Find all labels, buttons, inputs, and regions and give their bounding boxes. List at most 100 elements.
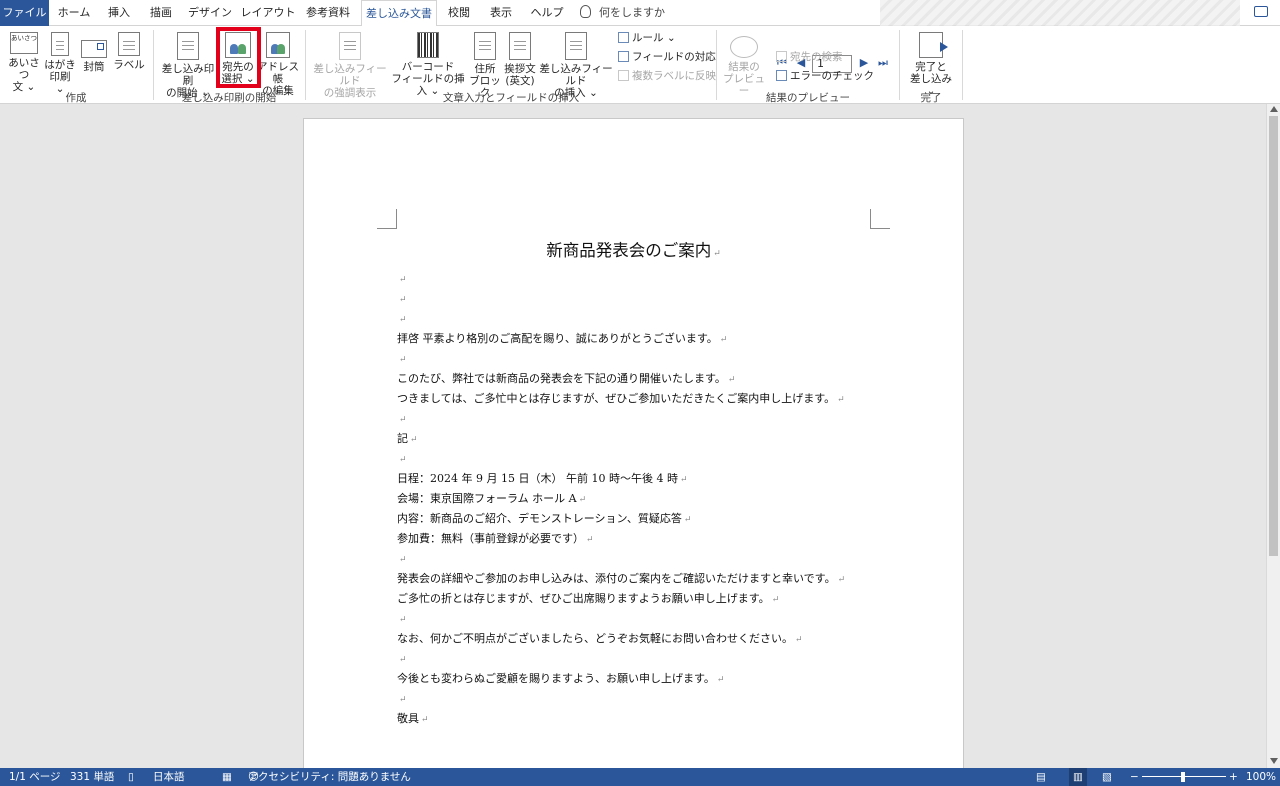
comments-icon[interactable] bbox=[1254, 6, 1268, 17]
document-line-text: 敬具 bbox=[397, 712, 419, 725]
document-line-text: 日程：2024 年 9 月 15 日（木） 午前 10 時～午後 4 時 bbox=[397, 472, 678, 485]
document-line-text: このたび、弊社では新商品の発表会を下記の通り開催いたします。 bbox=[397, 372, 726, 385]
ribbon-tab-bar: ファイル ホーム 挿入 描画 デザイン レイアウト 参考資料 差し込み文書 校閲… bbox=[0, 0, 1280, 27]
tab-view[interactable]: 表示 bbox=[486, 0, 516, 26]
insert-merge-field-button[interactable]: 差し込みフィールド の挿入 ⌄ bbox=[538, 32, 614, 99]
scroll-up-arrow-icon[interactable] bbox=[1270, 106, 1278, 112]
document-title-text: 新商品発表会のご案内 bbox=[546, 241, 712, 260]
paragraph-mark: ↵ bbox=[679, 475, 688, 485]
envelope-label: 封筒 bbox=[83, 61, 105, 73]
paragraph-mark: ↵ bbox=[716, 675, 725, 685]
match-fields-button[interactable]: フィールドの対応 bbox=[618, 49, 716, 65]
finish-label-1: 完了と bbox=[915, 61, 947, 73]
scroll-down-arrow-icon[interactable] bbox=[1270, 758, 1278, 764]
print-layout-icon[interactable]: ▥ bbox=[1069, 768, 1087, 786]
check-errors-icon bbox=[776, 70, 787, 81]
group-label-preview: 結果のプレビュー bbox=[766, 92, 850, 104]
tab-mailings[interactable]: 差し込み文書 bbox=[361, 0, 437, 27]
greeting-icon-label: あいさつ bbox=[11, 34, 37, 42]
preview-results-button[interactable]: 結果の プレビュー bbox=[722, 32, 766, 97]
greeting-line-button[interactable]: 挨拶文 (英文) bbox=[502, 32, 538, 87]
language-indicator[interactable]: 日本語 bbox=[153, 768, 185, 786]
labels-button[interactable]: ラベル bbox=[112, 32, 146, 71]
check-errors-label: エラーのチェック bbox=[790, 70, 874, 82]
edit-list-icon bbox=[266, 32, 290, 58]
document-line: 会場：東京国際フォーラム ホール A ↵ bbox=[397, 489, 586, 509]
zoom-slider-thumb[interactable] bbox=[1181, 772, 1185, 782]
tab-review[interactable]: 校閲 bbox=[444, 0, 474, 26]
proofing-icon[interactable]: ▯ bbox=[128, 768, 134, 786]
tab-file[interactable]: ファイル bbox=[0, 0, 49, 26]
group-separator bbox=[962, 30, 963, 100]
tab-references[interactable]: 参考資料 bbox=[302, 0, 354, 26]
start-merge-label-1: 差し込み印刷 bbox=[161, 63, 215, 87]
scrollbar-thumb[interactable] bbox=[1269, 116, 1278, 556]
zoom-level[interactable]: 100% bbox=[1246, 768, 1276, 786]
find-recipient-icon bbox=[776, 51, 787, 62]
start-mail-merge-button[interactable]: 差し込み印刷 の開始 ⌄ bbox=[158, 32, 218, 99]
document-line: ↵ bbox=[397, 649, 407, 669]
document-line: ご多忙の折とは存じますが、ぜひご出席賜りますようお願い申し上げます。 ↵ bbox=[397, 589, 779, 609]
tab-design[interactable]: デザイン bbox=[186, 0, 234, 26]
read-mode-icon[interactable]: ▤ bbox=[1036, 768, 1046, 786]
rules-icon bbox=[618, 32, 629, 43]
document-line: なお、何かご不明点がございましたら、どうぞお気軽にお問い合わせください。 ↵ bbox=[397, 629, 803, 649]
update-labels-button[interactable]: 複数ラベルに反映 bbox=[618, 68, 716, 84]
finish-merge-icon bbox=[919, 32, 948, 58]
paragraph-mark: ↵ bbox=[837, 575, 846, 585]
insert-field-label-1: 差し込みフィールド bbox=[539, 63, 613, 87]
document-page[interactable]: 新商品発表会のご案内 ↵ ↵ ↵ ↵ 拝啓 平素より格別のご高配を賜り、誠にありがとうご… bbox=[303, 118, 964, 768]
tab-draw[interactable]: 描画 bbox=[143, 0, 179, 26]
group-label-write-insert: 文章入力とフィールドの挿入 bbox=[442, 92, 580, 104]
tab-home[interactable]: ホーム bbox=[54, 0, 94, 26]
find-recipient-label: 宛先の検索 bbox=[790, 51, 843, 63]
postcard-icon bbox=[51, 32, 69, 56]
last-record-button[interactable]: ⏭ bbox=[877, 57, 889, 69]
rules-button[interactable]: ルール ⌄ bbox=[618, 30, 676, 46]
tab-layout[interactable]: レイアウト bbox=[240, 0, 296, 26]
finish-merge-button[interactable]: 完了と 差し込み ⌄ bbox=[904, 32, 958, 97]
document-line-text: ご多忙の折とは存じますが、ぜひご出席賜りますようお願い申し上げます。 bbox=[397, 592, 770, 605]
document-line: ↵ bbox=[397, 609, 407, 629]
document-line: ↵ bbox=[397, 349, 407, 369]
tab-help[interactable]: ヘルプ bbox=[529, 0, 565, 26]
document-line: ↵ bbox=[397, 309, 407, 329]
page-count[interactable]: 1/1 ページ bbox=[9, 768, 61, 786]
accessibility-text: アクセシビリティ: 問題ありません bbox=[248, 771, 411, 783]
zoom-in-button[interactable]: + bbox=[1229, 768, 1238, 786]
insert-barcode-field-button[interactable]: バーコード フィールドの挿入 ⌄ bbox=[388, 32, 468, 97]
web-layout-icon[interactable]: ▧ bbox=[1102, 768, 1112, 786]
postcard-print-button[interactable]: はがき 印刷 ⌄ bbox=[44, 32, 76, 95]
document-line: 日程：2024 年 9 月 15 日（木） 午前 10 時～午後 4 時 ↵ bbox=[397, 469, 688, 489]
document-line: 参加費：無料（事前登録が必要です） ↵ bbox=[397, 529, 594, 549]
check-errors-button[interactable]: エラーのチェック bbox=[776, 68, 874, 84]
zoom-out-button[interactable]: − bbox=[1130, 768, 1139, 786]
macro-record-icon[interactable]: ▦ bbox=[222, 768, 232, 786]
tell-me-search[interactable]: 何をしますか bbox=[580, 0, 665, 26]
document-line: ↵ bbox=[397, 409, 407, 429]
paragraph-mark: ↵ bbox=[399, 455, 407, 465]
paragraph-mark: ↵ bbox=[683, 515, 692, 525]
greeting-label-1: あいさつ bbox=[8, 57, 40, 81]
address-block-button[interactable]: 住所 ブロック bbox=[468, 32, 502, 99]
envelopes-button[interactable]: 封筒 bbox=[78, 32, 110, 73]
lightbulb-icon bbox=[580, 5, 591, 18]
labels-icon bbox=[118, 32, 140, 56]
greeting-button[interactable]: あいさつ あいさつ 文 ⌄ bbox=[4, 32, 44, 93]
word-count[interactable]: 331 単語 bbox=[70, 768, 114, 786]
tell-me-text: 何をしますか bbox=[599, 6, 665, 19]
vertical-scrollbar[interactable] bbox=[1266, 104, 1280, 768]
document-title: 新商品発表会のご案内 ↵ bbox=[397, 237, 870, 261]
edit-recipient-list-button[interactable]: アドレス帳 の編集 bbox=[257, 32, 299, 97]
document-line-text: 内容：新商品のご紹介、デモンストレーション、質疑応答 bbox=[397, 512, 682, 525]
status-bar: 1/1 ページ 331 単語 ▯ 日本語 ▦ ☺ アクセシビリティ: 問題ありま… bbox=[0, 768, 1280, 786]
tab-insert[interactable]: 挿入 bbox=[101, 0, 137, 26]
document-line: つきましては、ご多忙中とは存じますが、ぜひご参加いただきたくご案内申し上げます。… bbox=[397, 389, 845, 409]
group-label-finish: 完了 bbox=[920, 92, 942, 104]
document-area[interactable]: 新商品発表会のご案内 ↵ ↵ ↵ ↵ 拝啓 平素より格別のご高配を賜り、誠にありがとうご… bbox=[0, 104, 1266, 768]
paragraph-mark: ↵ bbox=[727, 375, 736, 385]
highlight-merge-fields-button[interactable]: 差し込みフィールド の強調表示 bbox=[310, 32, 390, 99]
greeting-line-label-2: (英文) bbox=[505, 75, 535, 87]
greeting-card-icon: あいさつ bbox=[10, 32, 38, 54]
find-recipient-button[interactable]: 宛先の検索 bbox=[776, 49, 843, 65]
